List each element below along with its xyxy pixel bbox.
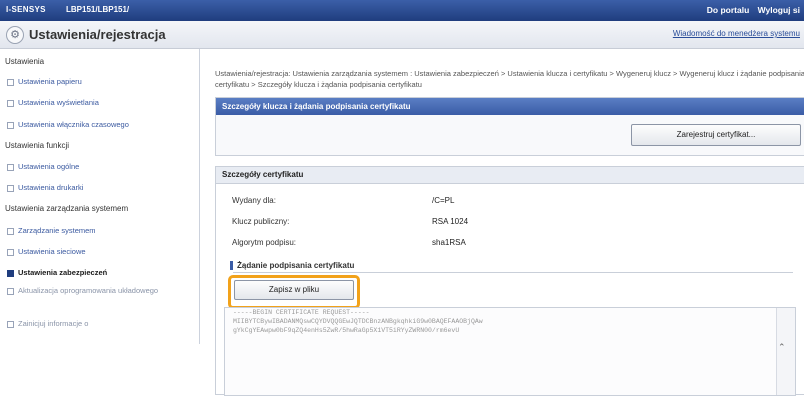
- bullet-icon: [7, 163, 14, 171]
- scroll-up-icon[interactable]: ⌃: [778, 344, 786, 353]
- bullet-icon: [7, 248, 14, 256]
- csr-section-title: Żądanie podpisania certyfikatu: [230, 261, 793, 273]
- admin-message-link[interactable]: Wiadomość do menedżera systemu: [673, 29, 800, 38]
- issued-to-value: /C=PL: [432, 196, 455, 205]
- signature-algorithm-value: sha1RSA: [432, 238, 466, 247]
- sidebar-item-timer[interactable]: Ustawienia włącznika czasowego: [7, 120, 129, 129]
- top-bar: I-SENSYS LBP151/LBP151/ Do portalu Wylog…: [0, 0, 804, 21]
- portal-link[interactable]: Do portalu: [707, 5, 750, 15]
- save-to-file-button[interactable]: Zapisz w pliku: [234, 280, 354, 300]
- model-name: LBP151/LBP151/: [66, 5, 130, 14]
- certificate-details-panel: Szczegóły certyfikatu Wydany dla: /C=PL …: [215, 166, 804, 396]
- sidebar-item-printer[interactable]: Ustawienia drukarki: [7, 183, 83, 192]
- sidebar-section-settings: Ustawienia: [5, 57, 45, 66]
- csr-text-area[interactable]: -----BEGIN CERTIFICATE REQUEST----- MIIB…: [224, 307, 796, 396]
- bullet-icon: [7, 287, 14, 295]
- bullet-icon: [7, 227, 14, 235]
- sidebar-item-security[interactable]: Ustawienia zabezpieczeń: [7, 268, 107, 277]
- csr-line: -----BEGIN CERTIFICATE REQUEST-----: [233, 309, 370, 316]
- issued-to-label: Wydany dla:: [232, 196, 276, 205]
- bullet-icon: [7, 320, 14, 328]
- sidebar-item-general[interactable]: Ustawienia ogólne: [7, 162, 79, 171]
- brand-name: I-SENSYS: [6, 5, 46, 14]
- key-csr-panel: Szczegóły klucza i żądania podpisania ce…: [215, 97, 804, 156]
- bullet-icon: [7, 99, 14, 107]
- csr-line: gYkCgYEAwpw0bF9qZQ4enHs5ZwR/5hwRaGp5X1VT…: [233, 327, 460, 334]
- csr-line: MIIBYTCBywIBADANMQswCQYDVQQGEwJQTDCBnzAN…: [233, 318, 483, 325]
- gear-icon: ⚙: [6, 26, 24, 44]
- csr-scrollbar[interactable]: ⌃: [776, 308, 795, 395]
- page-title: Ustawienia/rejestracja: [29, 27, 166, 42]
- sidebar-section-functions: Ustawienia funkcji: [5, 141, 70, 150]
- sidebar-item-firmware[interactable]: Aktualizacja oprogramowania układowego: [7, 285, 187, 296]
- logout-link[interactable]: Wyloguj si: [758, 5, 800, 15]
- top-links: Do portalu Wyloguj si: [701, 5, 800, 15]
- signature-algorithm-label: Algorytm podpisu:: [232, 238, 297, 247]
- section-divider: [233, 272, 793, 273]
- sidebar-item-system-management[interactable]: Zarządzanie systemem: [7, 226, 96, 235]
- public-key-label: Klucz publiczny:: [232, 217, 290, 226]
- public-key-value: RSA 1024: [432, 217, 469, 226]
- sidebar-item-paper[interactable]: Ustawienia papieru: [7, 77, 82, 86]
- register-certificate-button[interactable]: Zarejestruj certyfikat...: [631, 124, 801, 146]
- sidebar-item-network[interactable]: Ustawienia sieciowe: [7, 247, 86, 256]
- bullet-icon: [7, 269, 14, 277]
- bullet-icon: [7, 78, 14, 86]
- sidebar-section-system: Ustawienia zarządzania systemem: [5, 204, 129, 213]
- sidebar-item-init-info[interactable]: Zainicjuj informacje o: [7, 319, 88, 328]
- title-bar: ⚙ Ustawienia/rejestracja Wiadomość do me…: [0, 21, 804, 49]
- bullet-icon: [7, 184, 14, 192]
- sidebar: Ustawienia Ustawienia papieru Ustawienia…: [0, 49, 200, 344]
- bullet-icon: [7, 121, 14, 129]
- cert-details-title: Szczegóły certyfikatu: [216, 167, 804, 184]
- panel-title: Szczegóły klucza i żądania podpisania ce…: [216, 98, 804, 115]
- sidebar-item-display[interactable]: Ustawienia wyświetlania: [7, 98, 99, 107]
- breadcrumb: Ustawienia/rejestracja: Ustawienia zarzą…: [215, 69, 804, 89]
